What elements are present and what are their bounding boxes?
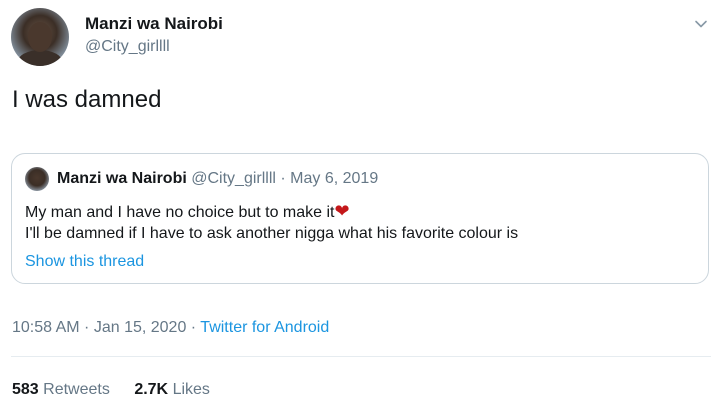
engagement-stats: 583 Retweets 2.7K Likes <box>12 381 230 399</box>
show-thread-link[interactable]: Show this thread <box>25 253 144 271</box>
retweets-count: 583 <box>12 381 39 398</box>
tweet-text: I was damned <box>12 86 162 113</box>
author-display-name[interactable]: Manzi wa Nairobi <box>85 14 223 34</box>
quoted-tweet-card[interactable]: Manzi wa Nairobi @City_girllll · May 6, … <box>11 153 709 284</box>
tweet-source-link[interactable]: Twitter for Android <box>200 319 329 336</box>
quoted-author-display-name: Manzi wa Nairobi <box>57 170 187 187</box>
quoted-tweet-line-1-text: My man and I have no choice but to make … <box>25 204 335 221</box>
avatar-shoulders <box>17 50 63 66</box>
author-handle[interactable]: @City_girllll <box>85 38 170 56</box>
likes-stat[interactable]: 2.7K Likes <box>134 381 210 398</box>
tweet-date[interactable]: Jan 15, 2020 <box>94 319 187 336</box>
tweet-timestamp-row: 10:58 AM · Jan 15, 2020 · Twitter for An… <box>12 319 329 337</box>
quoted-tweet-date: May 6, 2019 <box>290 170 379 187</box>
tweet-time[interactable]: 10:58 AM <box>12 319 80 336</box>
separator-dot: · <box>79 319 94 336</box>
quoted-author-handle: @City_girllll <box>191 170 276 187</box>
likes-count: 2.7K <box>134 381 169 398</box>
quoted-tweet-line-2: I'll be damned if I have to ask another … <box>25 225 519 242</box>
quoted-tweet-header: Manzi wa Nairobi @City_girllll · May 6, … <box>57 170 378 188</box>
quoted-tweet-line-1: My man and I have no choice but to make … <box>25 202 350 222</box>
chevron-down-icon[interactable] <box>692 15 710 33</box>
separator-dot: · <box>275 170 291 187</box>
avatar-face <box>28 22 52 52</box>
likes-label: Likes <box>172 381 210 398</box>
divider <box>11 356 711 357</box>
quoted-author-avatar <box>25 167 49 191</box>
retweets-label: Retweets <box>43 381 110 398</box>
heart-icon: ❤ <box>334 201 350 221</box>
retweets-stat[interactable]: 583 Retweets <box>12 381 114 398</box>
separator-dot: · <box>186 319 201 336</box>
author-avatar[interactable] <box>11 8 69 66</box>
